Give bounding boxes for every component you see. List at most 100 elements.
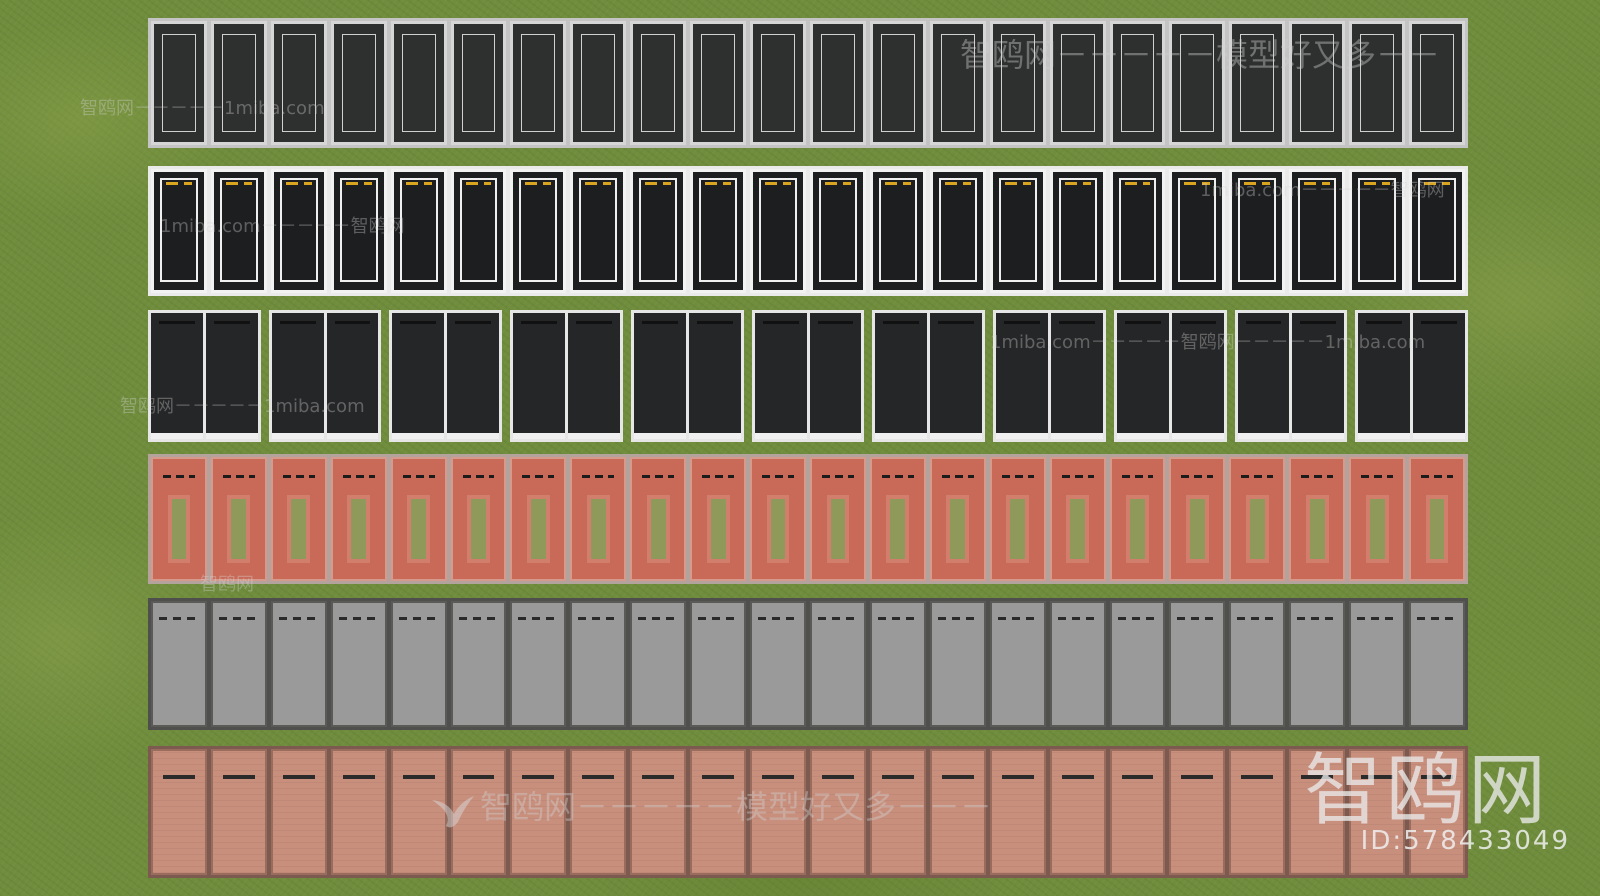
slab-tile [1169, 749, 1226, 875]
slab-pair [630, 310, 744, 442]
slab-tile [690, 169, 747, 293]
slab-tile [1409, 601, 1465, 727]
slab-tile [570, 457, 627, 581]
slab-tile [270, 601, 327, 727]
slab-tile [390, 457, 447, 581]
slab-tile [392, 313, 445, 439]
slab-tile [875, 313, 928, 439]
slab-tile [633, 313, 686, 439]
slab-tile [1169, 457, 1226, 581]
slab-tile [754, 313, 807, 439]
slab-tile [210, 457, 267, 581]
slab-tile [570, 601, 627, 727]
slab-tile [270, 457, 327, 581]
slab-tile [510, 21, 567, 145]
slab-tile [809, 169, 866, 293]
slab-tile [570, 169, 627, 293]
watermark-top-line: 智鸥网－－－－－模型好又多－－ [960, 36, 1441, 74]
watermark-row2-left: 1miba.com－－－－－智鸥网 [160, 216, 405, 237]
slab-tile [151, 313, 203, 439]
slab-tile [929, 169, 986, 293]
slab-tile [869, 21, 926, 145]
slab-tile [270, 749, 327, 875]
slab-tile [450, 601, 507, 727]
slab-tile [690, 21, 747, 145]
slab-tile [326, 313, 379, 439]
slab-tile [1049, 457, 1106, 581]
slab-tile [989, 457, 1046, 581]
slab-tile [390, 21, 447, 145]
slab-pair [268, 310, 382, 442]
slab-tile [989, 749, 1046, 875]
slab-tile [570, 21, 627, 145]
slab-tile [390, 601, 447, 727]
slab-tile [210, 21, 267, 145]
slab-tile [1109, 749, 1166, 875]
slab-row-gray-concrete [148, 598, 1468, 730]
slab-tile [1349, 457, 1406, 581]
slab-tile [1049, 601, 1106, 727]
slab-tile [1289, 601, 1346, 727]
slab-tile [151, 749, 207, 875]
slab-tile [1229, 601, 1286, 727]
slab-tile [568, 313, 620, 439]
slab-tile [1049, 749, 1106, 875]
slab-tile [690, 457, 747, 581]
slab-tile [750, 601, 806, 727]
watermark-row4-small: 智鸥网 [200, 574, 254, 595]
slab-tile [809, 601, 866, 727]
slab-tile [447, 313, 500, 439]
slab-tile [1349, 601, 1406, 727]
slab-tile [450, 21, 507, 145]
slab-tile [1109, 457, 1166, 581]
slab-tile [690, 601, 747, 727]
watermark-row3-left: 智鸥网－－－－－1miba.com [120, 396, 365, 417]
watermark-row3-mid: 1miba.com－－－－－智鸥网－－－－－1miba.com [990, 332, 1426, 353]
bird-logo-icon [432, 796, 474, 828]
slab-tile [205, 313, 258, 439]
slab-pair [389, 310, 503, 442]
slab-row-red-brick [148, 454, 1468, 584]
slab-tile [510, 601, 567, 727]
slab-tile [1049, 169, 1106, 293]
slab-tile [929, 457, 986, 581]
slab-tile [270, 21, 327, 145]
slab-tile [929, 601, 986, 727]
slab-tile [151, 21, 207, 145]
slab-tile [989, 601, 1046, 727]
slab-tile [151, 457, 207, 581]
slab-tile [1229, 749, 1286, 875]
slab-tile [1409, 457, 1465, 581]
slab-tile [688, 313, 741, 439]
slab-tile [989, 169, 1046, 293]
slab-tile [630, 601, 687, 727]
slab-pair [872, 310, 986, 442]
slab-tile [809, 457, 866, 581]
slab-tile [750, 169, 806, 293]
slab-tile [510, 457, 567, 581]
slab-tile [330, 601, 387, 727]
slab-tile [1109, 169, 1166, 293]
slab-tile [1289, 457, 1346, 581]
watermark-logo: 智鸥网 [1303, 746, 1550, 836]
watermark-top-left: 智鸥网－－－－－1miba.com [80, 98, 325, 119]
watermark-id: ID:578433049 [1360, 826, 1570, 856]
slab-tile [869, 601, 926, 727]
slab-tile [630, 457, 687, 581]
slab-tile [271, 313, 324, 439]
slab-tile [510, 169, 567, 293]
slab-tile [1229, 457, 1286, 581]
slab-tile [930, 313, 983, 439]
slab-tile [210, 601, 267, 727]
watermark-bottom-line: 智鸥网－－－－－模型好又多－－－ [480, 788, 993, 826]
slab-tile [750, 457, 806, 581]
slab-tile [330, 457, 387, 581]
slab-tile [450, 169, 507, 293]
slab-tile [513, 313, 566, 439]
slab-tile [151, 601, 207, 727]
slab-tile [809, 313, 862, 439]
slab-tile [1109, 601, 1166, 727]
watermark-row2-right: 1miba.com－－－－－智鸥网 [1200, 180, 1445, 201]
slab-pair [510, 310, 623, 442]
slab-pair [751, 310, 865, 442]
